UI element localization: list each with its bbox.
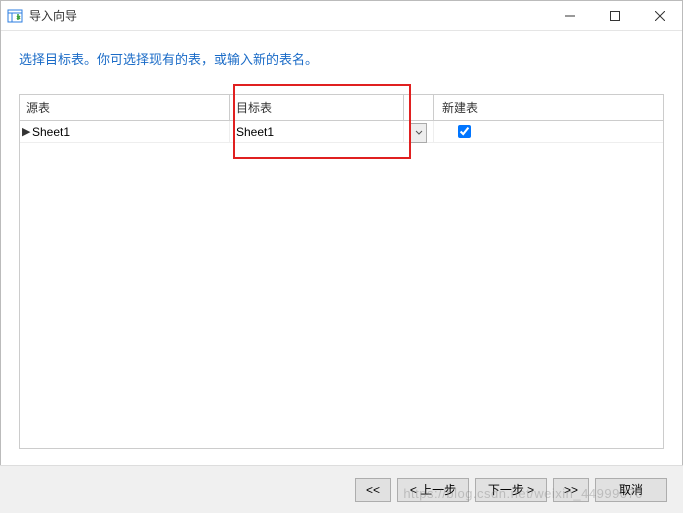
target-input[interactable] xyxy=(236,125,397,139)
cell-dropdown xyxy=(404,121,434,142)
close-button[interactable] xyxy=(637,1,682,31)
table-row[interactable]: ▶ Sheet1 xyxy=(20,121,663,143)
cell-new xyxy=(434,121,494,142)
window-title: 导入向导 xyxy=(29,7,547,24)
titlebar: 导入向导 xyxy=(1,1,682,31)
maximize-button[interactable] xyxy=(592,1,637,31)
cell-target[interactable] xyxy=(230,121,404,142)
row-marker-icon: ▶ xyxy=(22,125,30,138)
header-spacer xyxy=(404,95,434,120)
instruction-text: 选择目标表。你可选择现有的表，或输入新的表名。 xyxy=(1,31,682,80)
header-source: 源表 xyxy=(20,95,230,120)
prev-button[interactable]: < 上一步 xyxy=(397,478,469,502)
source-value: Sheet1 xyxy=(32,125,70,139)
table-grid: 源表 目标表 新建表 ▶ Sheet1 xyxy=(19,94,664,449)
chevron-down-icon xyxy=(415,130,423,136)
footer-bar: << < 上一步 下一步 > >> 取消 https://blog.csdn.n… xyxy=(0,465,683,513)
content-area: 源表 目标表 新建表 ▶ Sheet1 xyxy=(1,80,682,449)
app-icon xyxy=(7,8,23,24)
next-button[interactable]: 下一步 > xyxy=(475,478,547,502)
minimize-button[interactable] xyxy=(547,1,592,31)
cell-source: ▶ Sheet1 xyxy=(20,121,230,142)
header-target: 目标表 xyxy=(230,95,404,120)
target-dropdown-button[interactable] xyxy=(410,123,427,143)
last-button[interactable]: >> xyxy=(553,478,589,502)
grid-header-row: 源表 目标表 新建表 xyxy=(20,95,663,121)
new-table-checkbox[interactable] xyxy=(458,125,471,138)
window-controls xyxy=(547,1,682,30)
cancel-button[interactable]: 取消 xyxy=(595,478,667,502)
first-button[interactable]: << xyxy=(355,478,391,502)
header-new: 新建表 xyxy=(434,95,494,120)
